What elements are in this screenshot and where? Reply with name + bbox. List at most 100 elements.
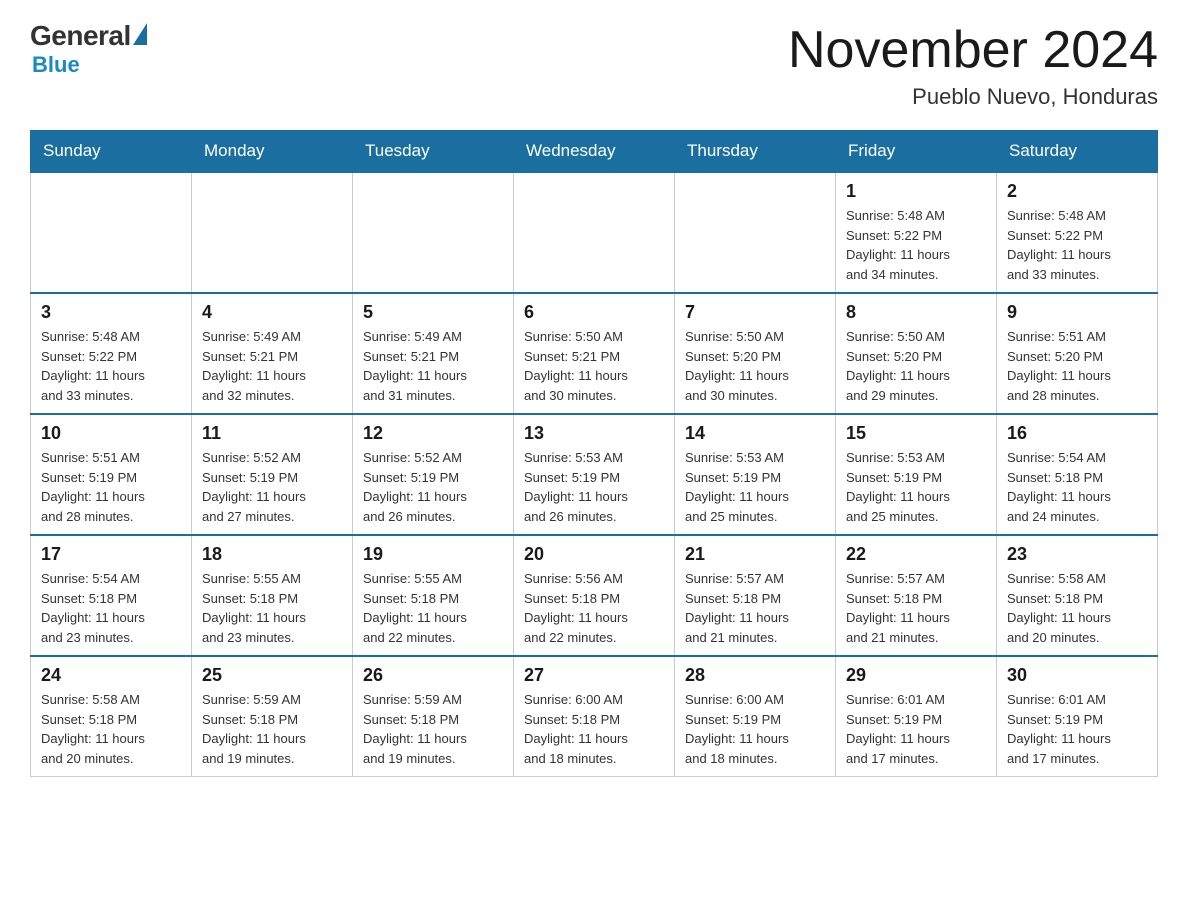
calendar-cell: [514, 172, 675, 293]
title-section: November 2024 Pueblo Nuevo, Honduras: [788, 20, 1158, 110]
calendar-cell: 16 Sunrise: 5:54 AM Sunset: 5:18 PM Dayli…: [997, 414, 1158, 535]
day-number: 14: [685, 423, 825, 444]
day-number: 29: [846, 665, 986, 686]
day-header-saturday: Saturday: [997, 131, 1158, 173]
calendar-cell: 30Sunrise: 6:01 AM Sunset: 5:19 PM Dayli…: [997, 656, 1158, 777]
week-row-3: 10 Sunrise: 5:51 AM Sunset: 5:19 PM Dayli…: [31, 414, 1158, 535]
calendar-cell: 14 Sunrise: 5:53 AM Sunset: 5:19 PM Dayli…: [675, 414, 836, 535]
day-info: Sunrise: 5:59 AM Sunset: 5:18 PM Dayligh…: [363, 690, 503, 768]
day-info: Sunrise: 5:53 AM Sunset: 5:19 PM Dayligh…: [685, 448, 825, 526]
calendar-cell: 24 Sunrise: 5:58 AM Sunset: 5:18 PM Dayli…: [31, 656, 192, 777]
page-header: General Blue November 2024 Pueblo Nuevo,…: [30, 20, 1158, 110]
calendar-cell: 10 Sunrise: 5:51 AM Sunset: 5:19 PM Dayli…: [31, 414, 192, 535]
logo: General Blue: [30, 20, 147, 78]
logo-triangle-icon: [133, 23, 147, 45]
day-number: 21: [685, 544, 825, 565]
day-number: 5: [363, 302, 503, 323]
day-number: 7: [685, 302, 825, 323]
calendar-cell: 18 Sunrise: 5:55 AM Sunset: 5:18 PM Dayli…: [192, 535, 353, 656]
day-info: Sunrise: 5:57 AM Sunset: 5:18 PM Dayligh…: [846, 569, 986, 647]
day-number: 6: [524, 302, 664, 323]
day-number: 15: [846, 423, 986, 444]
day-info: Sunrise: 6:00 AM Sunset: 5:19 PM Dayligh…: [685, 690, 825, 768]
calendar-cell: 25 Sunrise: 5:59 AM Sunset: 5:18 PM Dayli…: [192, 656, 353, 777]
day-info: Sunrise: 5:53 AM Sunset: 5:19 PM Dayligh…: [846, 448, 986, 526]
calendar-cell: 6 Sunrise: 5:50 AM Sunset: 5:21 PM Daylig…: [514, 293, 675, 414]
calendar-cell: 12Sunrise: 5:52 AM Sunset: 5:19 PM Dayli…: [353, 414, 514, 535]
calendar-cell: 5 Sunrise: 5:49 AM Sunset: 5:21 PM Daylig…: [353, 293, 514, 414]
days-of-week-row: SundayMondayTuesdayWednesdayThursdayFrid…: [31, 131, 1158, 173]
day-number: 2: [1007, 181, 1147, 202]
day-number: 28: [685, 665, 825, 686]
calendar-cell: 4Sunrise: 5:49 AM Sunset: 5:21 PM Daylig…: [192, 293, 353, 414]
calendar-cell: 19 Sunrise: 5:55 AM Sunset: 5:18 PM Dayli…: [353, 535, 514, 656]
day-number: 30: [1007, 665, 1147, 686]
calendar-cell: 23Sunrise: 5:58 AM Sunset: 5:18 PM Dayli…: [997, 535, 1158, 656]
calendar-cell: 13Sunrise: 5:53 AM Sunset: 5:19 PM Dayli…: [514, 414, 675, 535]
day-number: 11: [202, 423, 342, 444]
day-info: Sunrise: 5:57 AM Sunset: 5:18 PM Dayligh…: [685, 569, 825, 647]
day-info: Sunrise: 5:48 AM Sunset: 5:22 PM Dayligh…: [41, 327, 181, 405]
day-info: Sunrise: 6:01 AM Sunset: 5:19 PM Dayligh…: [846, 690, 986, 768]
calendar-cell: 17 Sunrise: 5:54 AM Sunset: 5:18 PM Dayli…: [31, 535, 192, 656]
day-header-thursday: Thursday: [675, 131, 836, 173]
day-number: 1: [846, 181, 986, 202]
calendar-cell: [353, 172, 514, 293]
day-info: Sunrise: 6:00 AM Sunset: 5:18 PM Dayligh…: [524, 690, 664, 768]
day-info: Sunrise: 5:50 AM Sunset: 5:21 PM Dayligh…: [524, 327, 664, 405]
calendar-cell: 9Sunrise: 5:51 AM Sunset: 5:20 PM Daylig…: [997, 293, 1158, 414]
day-number: 20: [524, 544, 664, 565]
day-number: 27: [524, 665, 664, 686]
day-info: Sunrise: 5:54 AM Sunset: 5:18 PM Dayligh…: [1007, 448, 1147, 526]
location-title: Pueblo Nuevo, Honduras: [788, 84, 1158, 110]
day-number: 17: [41, 544, 181, 565]
week-row-2: 3 Sunrise: 5:48 AM Sunset: 5:22 PM Daylig…: [31, 293, 1158, 414]
day-info: Sunrise: 5:50 AM Sunset: 5:20 PM Dayligh…: [846, 327, 986, 405]
day-header-friday: Friday: [836, 131, 997, 173]
day-number: 10: [41, 423, 181, 444]
day-info: Sunrise: 5:52 AM Sunset: 5:19 PM Dayligh…: [363, 448, 503, 526]
calendar-cell: [192, 172, 353, 293]
day-number: 16: [1007, 423, 1147, 444]
day-info: Sunrise: 5:59 AM Sunset: 5:18 PM Dayligh…: [202, 690, 342, 768]
day-info: Sunrise: 5:48 AM Sunset: 5:22 PM Dayligh…: [846, 206, 986, 284]
day-number: 3: [41, 302, 181, 323]
day-number: 24: [41, 665, 181, 686]
day-info: Sunrise: 5:51 AM Sunset: 5:19 PM Dayligh…: [41, 448, 181, 526]
calendar-cell: [31, 172, 192, 293]
calendar-cell: [675, 172, 836, 293]
day-info: Sunrise: 5:58 AM Sunset: 5:18 PM Dayligh…: [41, 690, 181, 768]
day-info: Sunrise: 5:48 AM Sunset: 5:22 PM Dayligh…: [1007, 206, 1147, 284]
month-title: November 2024: [788, 20, 1158, 80]
day-header-wednesday: Wednesday: [514, 131, 675, 173]
calendar-cell: 2 Sunrise: 5:48 AM Sunset: 5:22 PM Daylig…: [997, 172, 1158, 293]
day-info: Sunrise: 5:50 AM Sunset: 5:20 PM Dayligh…: [685, 327, 825, 405]
day-number: 22: [846, 544, 986, 565]
calendar-cell: 27 Sunrise: 6:00 AM Sunset: 5:18 PM Dayli…: [514, 656, 675, 777]
day-number: 19: [363, 544, 503, 565]
day-info: Sunrise: 5:52 AM Sunset: 5:19 PM Dayligh…: [202, 448, 342, 526]
day-info: Sunrise: 5:53 AM Sunset: 5:19 PM Dayligh…: [524, 448, 664, 526]
calendar-cell: 11 Sunrise: 5:52 AM Sunset: 5:19 PM Dayli…: [192, 414, 353, 535]
day-header-monday: Monday: [192, 131, 353, 173]
calendar-cell: 29 Sunrise: 6:01 AM Sunset: 5:19 PM Dayli…: [836, 656, 997, 777]
week-row-5: 24 Sunrise: 5:58 AM Sunset: 5:18 PM Dayli…: [31, 656, 1158, 777]
calendar-cell: 28 Sunrise: 6:00 AM Sunset: 5:19 PM Dayli…: [675, 656, 836, 777]
day-number: 4: [202, 302, 342, 323]
day-info: Sunrise: 5:55 AM Sunset: 5:18 PM Dayligh…: [363, 569, 503, 647]
day-number: 25: [202, 665, 342, 686]
day-info: Sunrise: 5:56 AM Sunset: 5:18 PM Dayligh…: [524, 569, 664, 647]
day-number: 18: [202, 544, 342, 565]
calendar-cell: 7 Sunrise: 5:50 AM Sunset: 5:20 PM Daylig…: [675, 293, 836, 414]
day-info: Sunrise: 5:58 AM Sunset: 5:18 PM Dayligh…: [1007, 569, 1147, 647]
day-header-sunday: Sunday: [31, 131, 192, 173]
calendar-cell: 15 Sunrise: 5:53 AM Sunset: 5:19 PM Dayli…: [836, 414, 997, 535]
calendar-cell: 21 Sunrise: 5:57 AM Sunset: 5:18 PM Dayli…: [675, 535, 836, 656]
week-row-4: 17 Sunrise: 5:54 AM Sunset: 5:18 PM Dayli…: [31, 535, 1158, 656]
day-info: Sunrise: 5:54 AM Sunset: 5:18 PM Dayligh…: [41, 569, 181, 647]
calendar-table: SundayMondayTuesdayWednesdayThursdayFrid…: [30, 130, 1158, 777]
day-info: Sunrise: 5:49 AM Sunset: 5:21 PM Dayligh…: [363, 327, 503, 405]
logo-general-text: General: [30, 20, 131, 52]
day-number: 9: [1007, 302, 1147, 323]
day-info: Sunrise: 5:55 AM Sunset: 5:18 PM Dayligh…: [202, 569, 342, 647]
